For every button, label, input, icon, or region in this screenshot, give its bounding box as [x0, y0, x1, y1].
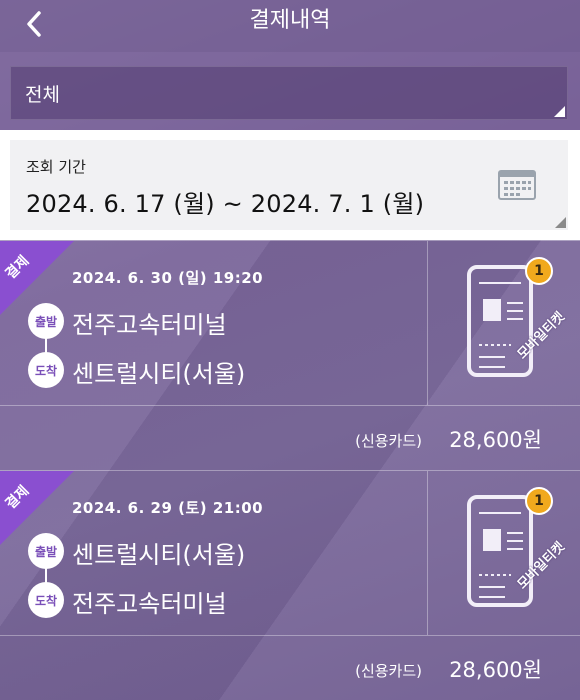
period-corner-icon: [555, 217, 566, 228]
departure-terminal: 전주고속터미널: [72, 311, 227, 339]
ticket-count-badge: 1: [525, 257, 553, 285]
payment-card-details[interactable]: 결제 2024. 6. 29 (토) 21:00 출발 센트럴시티(서울) 도착…: [0, 471, 428, 635]
arrival-badge: 도착: [28, 352, 64, 388]
ticket-count-badge: 1: [525, 487, 553, 515]
filter-select-value: 전체: [25, 84, 60, 106]
period-panel: 조회 기간 2024. 6. 17 (월) ~ 2024. 7. 1 (월): [0, 130, 580, 240]
page-title: 결제내역: [249, 8, 331, 33]
departure-terminal: 센트럴시티(서울): [72, 541, 246, 569]
trip-datetime: 2024. 6. 29 (토) 21:00: [72, 499, 264, 517]
payment-card: 결제 2024. 6. 30 (일) 19:20 출발 전주고속터미널 도착 센…: [0, 240, 580, 470]
top-bar: 결제내역: [0, 0, 580, 52]
payment-card: 결제 2024. 6. 29 (토) 21:00 출발 센트럴시티(서울) 도착…: [0, 470, 580, 700]
mobile-ticket-button[interactable]: 1 모바일티켓: [429, 241, 580, 405]
dropdown-corner-icon: [554, 106, 565, 117]
payment-summary: (신용카드) 28,600원: [0, 405, 580, 471]
departure-badge: 출발: [28, 303, 64, 339]
arrival-badge: 도착: [28, 582, 64, 618]
payment-summary: (신용카드) 28,600원: [0, 635, 580, 700]
period-value: 2024. 6. 17 (월) ~ 2024. 7. 1 (월): [26, 190, 425, 218]
payment-method: (신용카드): [355, 432, 422, 450]
mobile-ticket-button[interactable]: 1 모바일티켓: [429, 471, 580, 635]
period-label: 조회 기간: [26, 158, 86, 176]
calendar-icon[interactable]: [498, 168, 536, 200]
payment-method: (신용카드): [355, 662, 422, 680]
payment-card-details[interactable]: 결제 2024. 6. 30 (일) 19:20 출발 전주고속터미널 도착 센…: [0, 241, 428, 405]
filter-select[interactable]: 전체: [10, 66, 568, 120]
arrival-terminal: 전주고속터미널: [72, 590, 227, 618]
arrival-terminal: 센트럴시티(서울): [72, 360, 246, 388]
departure-badge: 출발: [28, 533, 64, 569]
payment-amount: 28,600원: [449, 658, 542, 682]
period-selector[interactable]: 조회 기간 2024. 6. 17 (월) ~ 2024. 7. 1 (월): [10, 140, 568, 230]
payment-amount: 28,600원: [449, 428, 542, 452]
trip-datetime: 2024. 6. 30 (일) 19:20: [72, 269, 264, 287]
